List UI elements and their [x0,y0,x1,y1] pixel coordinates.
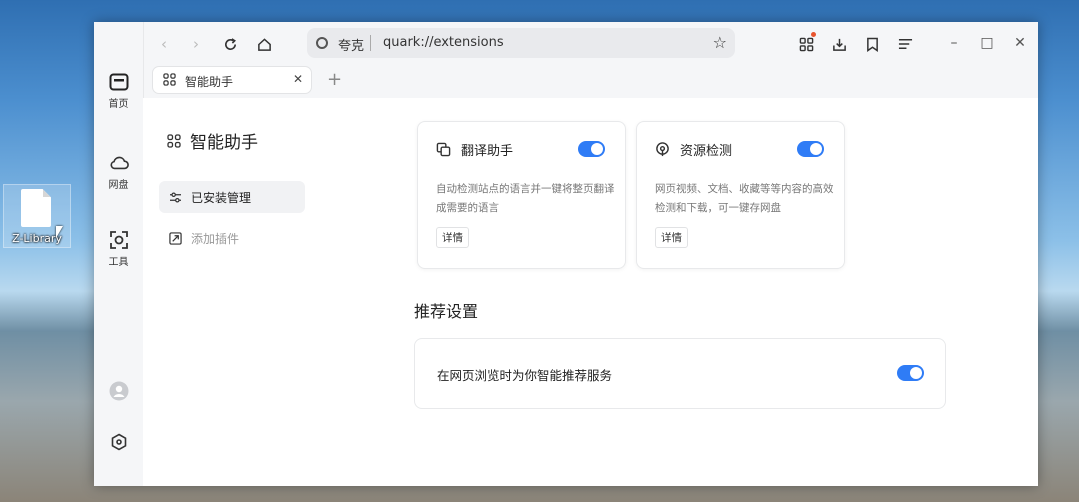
bookmarks-button[interactable] [861,33,883,55]
home-button[interactable] [253,33,275,55]
minimize-icon: – [950,35,958,51]
download-icon [832,38,846,51]
sidebar-item-label: 工具 [108,257,129,268]
chevron-right-icon: › [193,35,199,53]
scan-icon [109,230,129,250]
minimize-button[interactable]: – [942,32,966,54]
site-info-icon [316,37,328,49]
bookmark-icon [866,37,878,52]
extensions-button[interactable] [795,32,817,55]
file-icon [21,189,51,227]
address-url[interactable]: quark://extensions [383,35,504,50]
card-title: 资源检测 [680,144,733,159]
menu-item-installed[interactable]: 已安装管理 [159,181,305,213]
external-arrow-icon [169,231,182,245]
details-button[interactable]: 详情 [436,227,469,248]
recommend-section-title: 推荐设置 [414,302,479,321]
home-icon [109,72,129,92]
maximize-button[interactable]: □ [975,32,999,54]
close-window-button[interactable]: ✕ [1008,32,1032,54]
close-icon: ✕ [1014,35,1026,51]
card-description: 网页视频、文档、收藏等等内容的高效检测和下载，可一键存网盘 [655,183,834,214]
card-header: 资源检测 [655,140,732,159]
left-sidebar: 首页 网盘 工具 [94,22,144,486]
resource-toggle[interactable] [797,141,824,157]
recommend-toggle[interactable] [897,365,924,381]
tab-bar: 智能助手 ✕ + [143,66,1038,98]
back-button[interactable]: ‹ [153,33,175,55]
bookmark-star-icon[interactable]: ☆ [713,33,727,52]
grid-icon [167,133,181,148]
address-separator [370,35,371,51]
menu-item-add-plugin[interactable]: 添加插件 [159,222,305,254]
house-icon [257,37,271,51]
sidebar-item-label: 首页 [108,99,129,110]
hexagon-settings-icon [109,432,129,452]
tab-close-icon[interactable]: ✕ [293,72,303,86]
forward-button[interactable]: › [185,33,207,55]
recommend-setting-label: 在网页浏览时为你智能推荐服务 [437,368,613,383]
tab-label: 智能助手 [185,75,234,89]
settings-button[interactable] [94,432,143,455]
extension-card-resource: 资源检测 网页视频、文档、收藏等等内容的高效检测和下载，可一键存网盘 详情 [636,121,845,269]
page-title-text: 智能助手 [190,133,258,153]
card-title: 翻译助手 [461,144,514,159]
chevron-left-icon: ‹ [161,35,167,53]
sliders-icon [170,192,181,202]
maximize-icon: □ [980,35,994,51]
new-tab-button[interactable]: + [327,69,342,90]
radar-icon [656,142,669,157]
address-bar[interactable]: 夸克 quark://extensions ☆ [307,28,735,58]
notification-dot [811,32,816,37]
address-brand: 夸克 [338,39,365,54]
download-button[interactable] [828,33,850,55]
browser-window: 首页 网盘 工具 ‹ › 夸克 quark://extensions ☆ – □… [94,22,1038,486]
reload-button[interactable] [219,33,241,55]
grid-icon [163,73,177,87]
extension-card-translate: 翻译助手 自动检测站点的语言并一键将整页翻译成需要的语言 详情 [417,121,626,269]
translate-toggle[interactable] [578,141,605,157]
avatar-icon [109,381,129,401]
page-title: 智能助手 [167,128,258,153]
sidebar-item-tools[interactable]: 工具 [94,230,143,268]
cloud-icon [109,153,129,173]
hamburger-menu-icon [898,39,912,49]
plus-icon: + [327,69,343,90]
recommend-setting-card: 在网页浏览时为你智能推荐服务 [414,338,946,409]
card-description: 自动检测站点的语言并一键将整页翻译成需要的语言 [436,183,615,214]
browser-toolbar: ‹ › 夸克 quark://extensions ☆ – □ ✕ [143,22,1038,66]
mouse-cursor-icon [56,226,63,238]
avatar[interactable] [94,381,143,404]
details-button[interactable]: 详情 [655,227,688,248]
menu-item-label: 已安装管理 [191,190,252,205]
apps-grid-icon [799,37,813,51]
desktop-file-z-library[interactable]: Z-Library [3,184,71,248]
card-header: 翻译助手 [436,140,513,159]
reload-icon [224,37,236,50]
extensions-page: 智能助手 已安装管理 添加插件 翻译助手 自动检测站点的语言并一键将整页翻译成需… [143,98,1038,486]
sidebar-item-cloud[interactable]: 网盘 [94,153,143,191]
translate-icon [436,142,451,157]
menu-button[interactable] [894,33,916,55]
sidebar-item-home[interactable]: 首页 [94,72,143,110]
sidebar-item-label: 网盘 [108,180,129,191]
tab-assistant[interactable]: 智能助手 ✕ [152,66,312,94]
menu-item-label: 添加插件 [191,231,240,246]
